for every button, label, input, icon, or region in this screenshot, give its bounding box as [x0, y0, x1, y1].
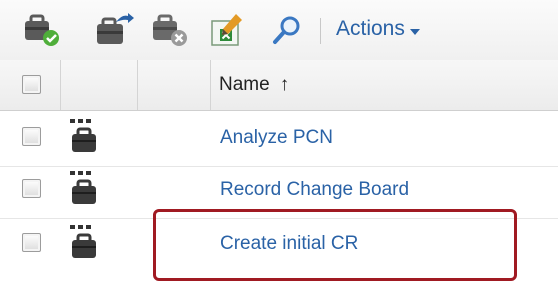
row-checkbox[interactable] — [22, 233, 41, 252]
actions-menu-button[interactable]: Actions — [336, 14, 420, 44]
remove-task-icon[interactable] — [150, 12, 194, 48]
search-icon[interactable] — [268, 12, 308, 48]
task-name-link[interactable]: Analyze PCN — [220, 127, 333, 149]
chevron-down-icon — [409, 29, 420, 35]
toolbar-separator — [320, 18, 321, 44]
column-divider — [60, 60, 61, 110]
select-all-checkbox[interactable] — [22, 75, 41, 94]
actions-label: Actions — [336, 17, 405, 40]
table-header: Name ↑ — [0, 60, 558, 111]
workflow-task-icon — [68, 169, 102, 214]
workflow-task-icon — [68, 117, 102, 162]
workflow-task-icon — [68, 223, 102, 268]
column-header-name[interactable]: Name ↑ — [219, 74, 289, 96]
task-name-link[interactable]: Record Change Board — [220, 179, 409, 201]
column-divider — [210, 60, 211, 110]
export-excel-icon[interactable] — [206, 12, 250, 48]
row-checkbox[interactable] — [22, 179, 41, 198]
table-row[interactable]: Analyze PCN — [0, 111, 558, 167]
column-divider — [137, 60, 138, 110]
column-header-name-label: Name — [219, 74, 270, 95]
row-checkbox[interactable] — [22, 127, 41, 146]
sort-ascending-icon: ↑ — [279, 74, 290, 95]
move-task-icon[interactable] — [94, 12, 138, 48]
highlight-box — [153, 209, 517, 281]
add-task-icon[interactable] — [22, 12, 66, 48]
toolbar: Actions — [0, 0, 558, 61]
